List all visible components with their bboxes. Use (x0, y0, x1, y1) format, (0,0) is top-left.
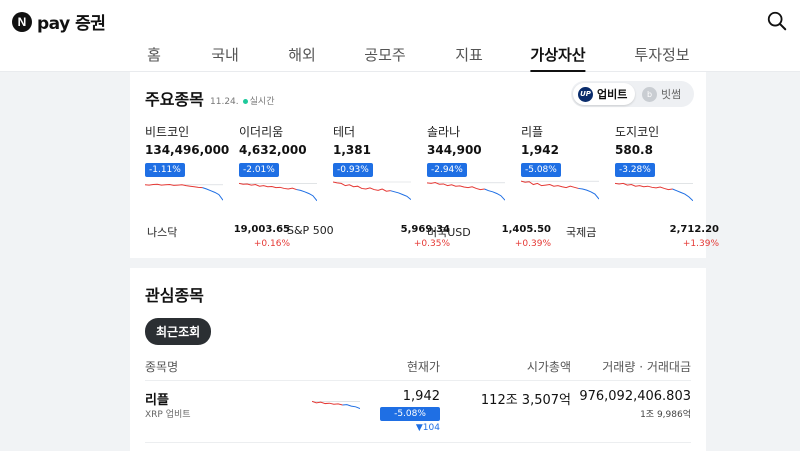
table-divider (145, 442, 691, 443)
column-header-volume: 거래량 · 거래대금 (602, 360, 691, 374)
row-price: 1,942 (402, 389, 440, 404)
row-name: 리플 (145, 393, 169, 408)
coin-sparkline (239, 182, 317, 202)
coin-item[interactable]: 도지코인 580.8 -3.28% (615, 123, 709, 202)
coin-sparkline (145, 183, 223, 201)
nav-tab-home[interactable]: 홈 (147, 44, 161, 72)
bithumb-logo-icon: b (642, 86, 657, 102)
coin-sparkline (427, 182, 505, 201)
index-name: S&P 500 (287, 224, 334, 237)
coin-sparkline (521, 180, 599, 200)
column-header-name: 종목명 (145, 360, 179, 374)
upbit-toggle-button[interactable]: UP 업비트 (573, 83, 636, 105)
bithumb-toggle-button[interactable]: b 빗썸 (637, 83, 689, 105)
coin-item[interactable]: 비트코인 134,496,000 -1.11% (145, 123, 239, 201)
section-title-major: 주요종목 (145, 90, 204, 109)
row-volume: 976,092,406.803 (579, 389, 691, 404)
sparkline-segment (333, 181, 391, 192)
index-value: 2,712.20 (669, 224, 719, 235)
live-label: 실시간 (249, 97, 275, 107)
row-trade-amount: 1조 9,986억 (640, 410, 691, 420)
upbit-label: 업비트 (597, 88, 628, 101)
index-value: 19,003.65 (233, 224, 290, 235)
coin-price: 1,942 (521, 143, 559, 157)
row-market-cap: 112조 3,507억 (480, 393, 571, 408)
sparkline-segment (312, 400, 343, 406)
index-usd[interactable]: 미국USD 1,405.50 +0.39% (427, 224, 567, 254)
coin-price: 1,381 (333, 143, 371, 157)
index-change: +0.39% (514, 239, 551, 249)
row-sparkline (312, 400, 360, 410)
row-change-badge: -5.08% (380, 407, 440, 421)
quote-date: 11.24. 실시간 (210, 94, 274, 107)
coin-item[interactable]: 테더 1,381 -0.93% (333, 123, 427, 201)
row-diff: ▼104 (415, 423, 440, 433)
index-name: 미국USD (427, 226, 471, 239)
coin-price: 580.8 (615, 143, 653, 157)
live-dot-icon (242, 98, 248, 104)
sparkline-segment (521, 180, 579, 189)
nav-tab-ipo[interactable]: 공모주 (364, 44, 405, 72)
coin-item[interactable]: 솔라나 344,900 -2.94% (427, 123, 521, 201)
index-change: +1.39% (682, 239, 719, 249)
coin-price: 4,632,000 (239, 143, 307, 157)
sparkline-segment (239, 182, 297, 191)
recent-view-button[interactable]: 최근조회 (145, 318, 212, 345)
coin-name: 리플 (521, 125, 544, 139)
coin-sparkline (333, 181, 411, 201)
index-gold[interactable]: 국제금 2,712.20 +1.39% (566, 224, 719, 254)
sparkline-segment (484, 188, 505, 201)
sparkline-segment (296, 189, 317, 202)
search-icon[interactable] (766, 10, 788, 32)
date-text: 11.24. (210, 97, 239, 107)
sparkline-segment (615, 182, 673, 191)
main-nav: 홈 국내 해외 공모주 지표 가상자산 투자정보 (0, 44, 800, 72)
top-header: N pay 증권 홈 국내 해외 공모주 지표 가상자산 투자정보 (0, 0, 800, 72)
nav-tab-domestic[interactable]: 국내 (211, 44, 239, 72)
nav-tab-invest-info[interactable]: 투자정보 (634, 44, 689, 72)
nav-tab-overseas[interactable]: 해외 (288, 44, 316, 72)
coin-name: 비트코인 (145, 125, 190, 139)
index-nasdaq[interactable]: 나스닥 19,003.65 +0.16% (147, 224, 290, 254)
coin-name: 도지코인 (615, 125, 660, 139)
npay-logo[interactable]: N pay 증권 (12, 9, 106, 34)
index-value: 1,405.50 (501, 224, 551, 235)
nav-tab-crypto[interactable]: 가상자산 (530, 44, 586, 72)
column-header-market-cap: 시가총액 (526, 360, 571, 374)
sparkline-segment (390, 190, 411, 201)
index-name: 국제금 (566, 226, 597, 239)
index-name: 나스닥 (147, 226, 178, 239)
coin-name: 테더 (333, 125, 356, 139)
coin-price: 344,900 (427, 143, 482, 157)
coin-item[interactable]: 리플 1,942 -5.08% (521, 123, 615, 200)
coin-item[interactable]: 이더리움 4,632,000 -2.01% (239, 123, 333, 202)
column-header-price: 현재가 (406, 360, 440, 374)
naver-n-icon: N (12, 11, 32, 32)
logo-text: pay 증권 (37, 14, 106, 34)
sparkline-segment (342, 404, 360, 410)
upbit-logo-icon: UP (578, 86, 593, 102)
coin-name: 이더리움 (239, 125, 284, 139)
section-title-watchlist: 관심종목 (145, 286, 204, 305)
coin-price: 134,496,000 (145, 143, 230, 157)
exchange-toggle: UP 업비트 b 빗썸 (571, 81, 694, 107)
sparkline-segment (672, 188, 693, 202)
sparkline-segment (427, 182, 485, 191)
coin-name: 솔라나 (427, 125, 461, 139)
major-assets-card: 주요종목 11.24. 실시간 UP 업비트 b 빗썸 비트코인 134,496,0… (130, 72, 719, 258)
index-sp500[interactable]: S&P 500 5,969.34 +0.35% (287, 224, 450, 254)
sparkline-segment (202, 187, 223, 201)
table-divider (145, 380, 691, 381)
watchlist-card: 관심종목 최근조회 종목명 현재가 시가총액 거래량 · 거래대금 리플 XRP… (130, 268, 706, 451)
sparkline-segment (578, 187, 599, 200)
index-change: +0.16% (253, 239, 290, 249)
bithumb-label: 빗썸 (661, 88, 682, 101)
coin-sparkline (615, 182, 693, 202)
row-ticker: XRP 업비트 (145, 410, 191, 420)
nav-tab-indicators[interactable]: 지표 (455, 44, 483, 72)
